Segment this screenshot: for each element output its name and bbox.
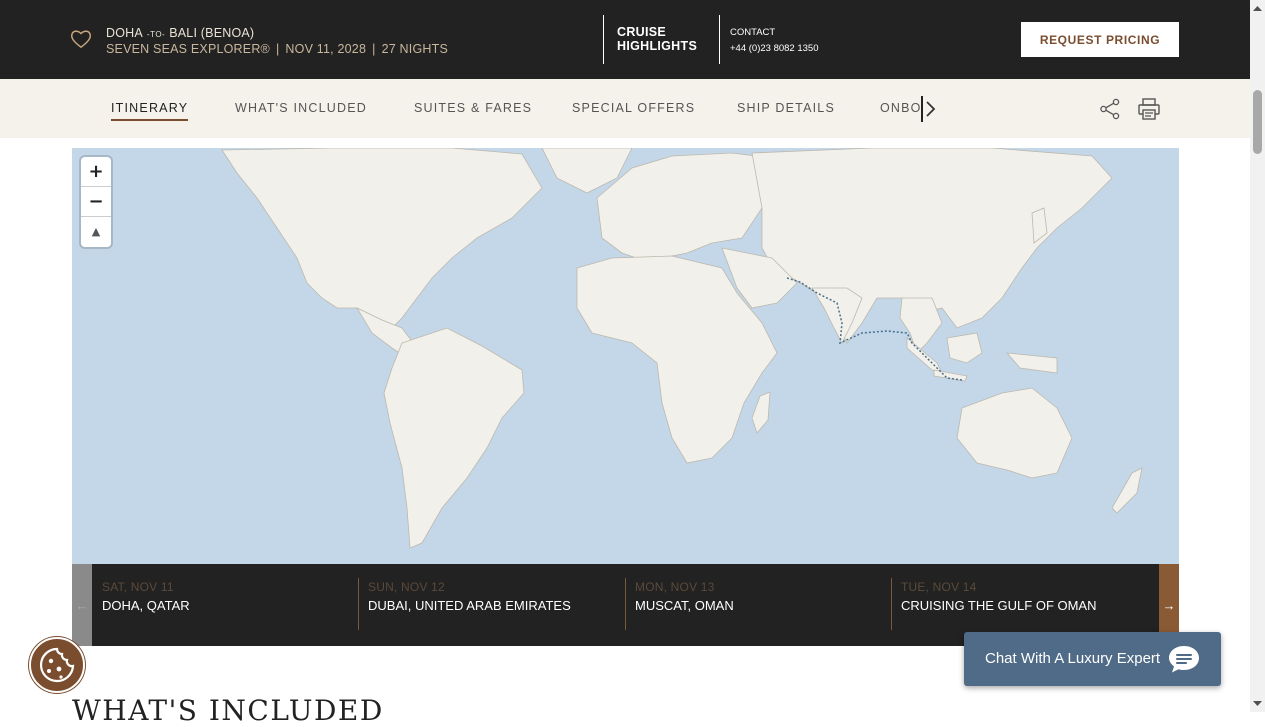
land-australia xyxy=(956,387,1073,479)
print-icon[interactable] xyxy=(1137,97,1161,121)
highlights-line2: HIGHLIGHTS xyxy=(617,39,698,53)
port-name: DUBAI, UNITED ARAB EMIRATES xyxy=(368,598,571,613)
voyage-summary: DOHA -TO- BALI (BENOA) SEVEN SEAS EXPLORER… xyxy=(106,26,448,57)
land-india xyxy=(811,287,863,344)
to-label: -TO- xyxy=(146,30,166,39)
reset-bearing-compass-icon[interactable]: ▲ xyxy=(81,217,111,246)
port-name: MUSCAT, OMAN xyxy=(635,598,734,613)
port-date: SAT, NOV 11 xyxy=(102,580,174,594)
share-icon[interactable] xyxy=(1099,98,1121,120)
cookie-icon xyxy=(39,647,75,683)
itinerary-map[interactable]: + − ▲ xyxy=(72,148,1179,564)
tab-ship-details[interactable]: SHIP DETAILS xyxy=(737,101,835,115)
tab-itinerary[interactable]: ITINERARY xyxy=(111,101,189,121)
land-borneo xyxy=(946,332,983,364)
port-divider xyxy=(891,578,892,630)
port-divider xyxy=(625,578,626,630)
port-date: SUN, NOV 12 xyxy=(368,580,445,594)
contact-label: CONTACT xyxy=(730,27,776,38)
map-zoom-controls: + − ▲ xyxy=(81,157,111,247)
land-java xyxy=(933,369,968,382)
origin-port: DOHA xyxy=(106,26,143,40)
world-map-graphic xyxy=(221,148,1143,549)
tab-onboard[interactable]: ONBOARD xyxy=(880,101,922,115)
cruise-highlights-link[interactable]: CRUISE HIGHLIGHTS xyxy=(617,25,697,53)
tab-onboard-clip: ONBOARD xyxy=(880,99,922,119)
heart-icon[interactable] xyxy=(70,29,92,49)
chat-with-expert-button[interactable]: Chat With A Luxury Expert xyxy=(964,632,1221,686)
scrollbar-thumb[interactable] xyxy=(1253,90,1262,154)
contact-phone[interactable]: +44 (0)23 8082 1350 xyxy=(730,41,818,57)
port-name: CRUISING THE GULF OF OMAN xyxy=(901,598,1097,613)
port-name: DOHA, QATAR xyxy=(102,598,190,613)
zoom-out-button[interactable]: − xyxy=(81,187,111,216)
land-southeast-asia xyxy=(899,297,943,354)
land-new-guinea xyxy=(1006,352,1058,374)
contact-block: CONTACT +44 (0)23 8082 1350 xyxy=(730,25,818,57)
previous-ports-button[interactable]: ← xyxy=(72,564,92,646)
zoom-in-button[interactable]: + xyxy=(81,157,111,186)
page-scrollbar[interactable] xyxy=(1250,0,1265,712)
highlights-line1: CRUISE xyxy=(617,25,667,39)
separator: | xyxy=(372,42,376,56)
land-south-america xyxy=(383,327,525,549)
port-date: MON, NOV 13 xyxy=(635,580,715,594)
request-pricing-button[interactable]: REQUEST PRICING xyxy=(1021,22,1179,57)
land-new-zealand xyxy=(1111,467,1143,514)
land-madagascar xyxy=(751,391,771,434)
scroll-up-arrow-icon[interactable] xyxy=(1250,0,1265,17)
tab-whats-included[interactable]: WHAT'S INCLUDED xyxy=(235,101,367,115)
port-divider xyxy=(358,578,359,630)
chat-label: Chat With A Luxury Expert xyxy=(985,650,1161,667)
scroll-down-arrow-icon[interactable] xyxy=(1250,695,1265,712)
tab-suites-fares[interactable]: SUITES & FARES xyxy=(414,101,532,115)
section-tabs: ITINERARY WHAT'S INCLUDED SUITES & FARES… xyxy=(0,79,1250,138)
sail-date: NOV 11, 2028 xyxy=(285,42,367,56)
text-cursor xyxy=(921,96,923,122)
destination-port: BALI (BENOA) xyxy=(169,26,255,40)
header-divider xyxy=(719,15,720,64)
land-north-america xyxy=(221,148,543,329)
separator: | xyxy=(275,42,280,56)
top-header: DOHA -TO- BALI (BENOA) SEVEN SEAS EXPLORER… xyxy=(0,0,1250,79)
whats-included-heading: WHAT'S INCLUDED xyxy=(72,694,384,727)
port-date: TUE, NOV 14 xyxy=(901,580,977,594)
ship-name: SEVEN SEAS EXPLORER® xyxy=(106,42,270,56)
chevron-right-icon[interactable] xyxy=(924,99,938,119)
chat-bubble-icon xyxy=(1169,646,1199,673)
nights-count: 27 NIGHTS xyxy=(381,42,448,56)
land-europe xyxy=(596,152,773,261)
tab-special-offers[interactable]: SPECIAL OFFERS xyxy=(572,101,695,115)
cookie-settings-button[interactable] xyxy=(29,637,85,693)
header-divider xyxy=(603,15,604,64)
